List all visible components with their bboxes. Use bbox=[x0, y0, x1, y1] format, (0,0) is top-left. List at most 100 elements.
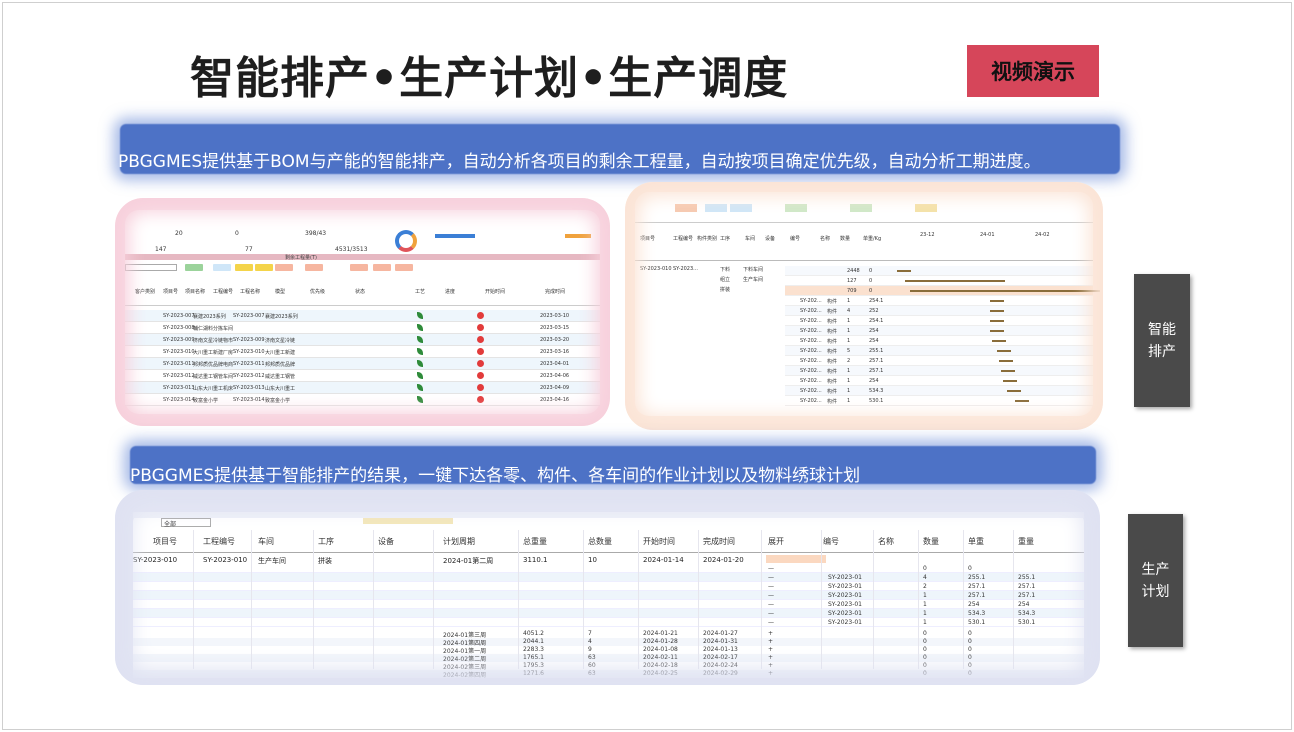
gantt-bar bbox=[1003, 380, 1017, 382]
gantt-bar bbox=[1015, 400, 1029, 402]
grid-line bbox=[821, 530, 822, 669]
gantt-qty: 1 bbox=[847, 338, 851, 344]
detail-weight: 534.3 bbox=[968, 610, 986, 617]
gantt-header-line bbox=[635, 260, 1093, 261]
toolbar-button bbox=[675, 204, 697, 212]
plan-header-cell: 车间 bbox=[258, 537, 274, 546]
period-zero: 0 bbox=[923, 654, 927, 661]
gantt-bar bbox=[990, 310, 1004, 312]
table-row: SY-2023-014 致富金小学 SY-2023-014 致富金小学 2023-04-… bbox=[125, 394, 600, 406]
status-leaf-icon bbox=[417, 348, 423, 355]
period-start: 2024-02-18 bbox=[643, 662, 678, 669]
gantt-chart-screenshot: 项目号 工程编号 构件类别 工序 车间 设备 编号 名称 数量 单重/Kg 23-12 24-01 24… bbox=[625, 182, 1103, 430]
grid-line bbox=[918, 530, 919, 669]
plan-header-cell: 总重量 bbox=[523, 537, 547, 546]
video-demo-button[interactable]: 视频演示 bbox=[967, 45, 1099, 97]
detail-total: 257.1 bbox=[1018, 583, 1036, 590]
gantt-qty: 1 bbox=[847, 318, 851, 324]
gantt-row: SY-202... 构件 2 257.1 bbox=[785, 356, 1093, 366]
plan-header-line bbox=[133, 552, 1084, 553]
gantt-bar bbox=[990, 330, 1004, 332]
toolbar-button bbox=[373, 264, 391, 271]
detail-expand: — bbox=[768, 583, 774, 590]
detail-no: SY-2023-01 bbox=[828, 610, 862, 617]
plan-period-row: 2024-01第一周 2283.3 9 2024-01-08 2024-01-13 +0 0 bbox=[133, 646, 1084, 655]
toolbar-button bbox=[213, 264, 231, 271]
gantt-bar bbox=[1001, 370, 1015, 372]
plan-header-cell: 项目号 bbox=[153, 537, 177, 546]
scheduling-table-screenshot: 20 0 398/43 77 4531/3513 147 剩余工程量(T) 客户类别 项目号 项目… bbox=[115, 198, 610, 426]
table-row: SY-2023-008 輔仁湖料分拣车间 2023-03-15 bbox=[125, 322, 600, 334]
gantt-qty: 1 bbox=[847, 398, 851, 404]
cell-date: 2023-04-01 bbox=[540, 361, 570, 367]
gantt-weight: 530.1 bbox=[869, 398, 884, 404]
gantt-weight: 254 bbox=[869, 328, 879, 334]
table-header-cell: 工程编号 bbox=[213, 289, 234, 295]
detail-weight: 255.1 bbox=[968, 574, 986, 581]
gantt-no: SY-202... bbox=[800, 368, 822, 374]
plan-header-cell: 名称 bbox=[878, 537, 894, 546]
table-row: SY-2023-007 襄建2023系列 SY-2023-007 襄建2023系列 20… bbox=[125, 310, 600, 322]
gantt-no: SY-202... bbox=[800, 308, 822, 314]
gantt-row: SY-202... 构件 1 254.1 bbox=[785, 316, 1093, 326]
gantt-row: SY-202... 构件 1 254 bbox=[785, 376, 1093, 386]
table-header-cell: 模型 bbox=[275, 289, 286, 295]
detail-total: 254 bbox=[1018, 601, 1030, 608]
period-start: 2024-02-25 bbox=[643, 670, 678, 677]
gantt-month: 24-01 bbox=[980, 232, 995, 238]
plan-detail-row: — 0 0 bbox=[133, 564, 1084, 573]
toolbar-button bbox=[395, 264, 413, 271]
period-expand: + bbox=[768, 670, 774, 677]
period-end: 2024-01-31 bbox=[703, 638, 738, 645]
gantt-header-cell: 构件类别 bbox=[697, 236, 718, 242]
summary-stat: 398/43 bbox=[305, 230, 327, 237]
cell-pname: 邦邦质优品牌 bbox=[265, 362, 296, 368]
stop-icon bbox=[477, 396, 484, 403]
legend-bars bbox=[435, 234, 475, 238]
gantt-weight: 252 bbox=[869, 308, 879, 314]
status-leaf-icon bbox=[417, 372, 423, 379]
plan-main-cell: SY-2023-010 bbox=[203, 556, 248, 564]
status-leaf-icon bbox=[417, 360, 423, 367]
gantt-weight: 534.3 bbox=[869, 388, 884, 394]
gantt-qty: 127 bbox=[847, 278, 857, 284]
period-end: 2024-02-17 bbox=[703, 654, 738, 661]
period-end: 2024-01-13 bbox=[703, 646, 738, 653]
gantt-header-cell: 工程编号 bbox=[673, 236, 694, 242]
detail-qty: 1 bbox=[923, 619, 927, 626]
plan-period-row: 2024-01第四周 2044.1 4 2024-01-28 2024-01-31 +0 0 bbox=[133, 638, 1084, 647]
detail-expand: — bbox=[768, 619, 774, 626]
toolbar-button bbox=[275, 264, 293, 271]
gantt-no: SY-202... bbox=[800, 398, 822, 404]
gantt-ws: 下料车间 bbox=[743, 267, 764, 273]
detail-qty: 1 bbox=[923, 592, 927, 599]
gantt-row: SY-202... 构件 5 255.1 bbox=[785, 346, 1093, 356]
gantt-no: SY-202... bbox=[800, 328, 822, 334]
gantt-weight: 254.1 bbox=[869, 318, 884, 324]
gantt-header-cell: 工序 bbox=[720, 236, 731, 242]
gantt-qty: 5 bbox=[847, 348, 851, 354]
table-header-cell: 客户类别 bbox=[135, 289, 156, 295]
plan-main-cell: 2024-01-20 bbox=[703, 556, 744, 564]
plan-detail-row: — SY-2023-01 2 257.1 257.1 bbox=[133, 582, 1084, 591]
page-title: 智能排产•生产计划•生产调度 bbox=[190, 53, 789, 104]
gantt-header-cell: 编号 bbox=[790, 236, 801, 242]
gantt-bar bbox=[999, 360, 1013, 362]
toolbar-button bbox=[915, 204, 937, 212]
gantt-qty: 1 bbox=[847, 378, 851, 384]
gantt-header-cell: 名称 bbox=[820, 236, 831, 242]
toolbar-button bbox=[255, 264, 273, 271]
period-qty: 63 bbox=[588, 670, 596, 677]
plan-header-cell: 开始时间 bbox=[643, 537, 675, 546]
production-plan-screenshot: 全部 项目号 工程编号 车间 工序 设备 计划周期 总重量 总数量 开始时间 完成时间 展开 编号 名称 数… bbox=[115, 490, 1100, 685]
stop-icon bbox=[477, 336, 484, 343]
gantt-row: SY-202... 构件 1 254.1 bbox=[785, 296, 1093, 306]
cell-name: 輔仁湖料分拣车间 bbox=[193, 326, 234, 332]
gantt-bar bbox=[997, 350, 1011, 352]
cell-proj: SY-2023-014 bbox=[163, 397, 195, 403]
grid-line bbox=[583, 530, 584, 669]
period-zero: 0 bbox=[923, 646, 927, 653]
period-weight: 2044.1 bbox=[523, 638, 544, 645]
gantt-header-cell: 车间 bbox=[745, 236, 756, 242]
plan-header-cell: 重量 bbox=[1018, 537, 1034, 546]
